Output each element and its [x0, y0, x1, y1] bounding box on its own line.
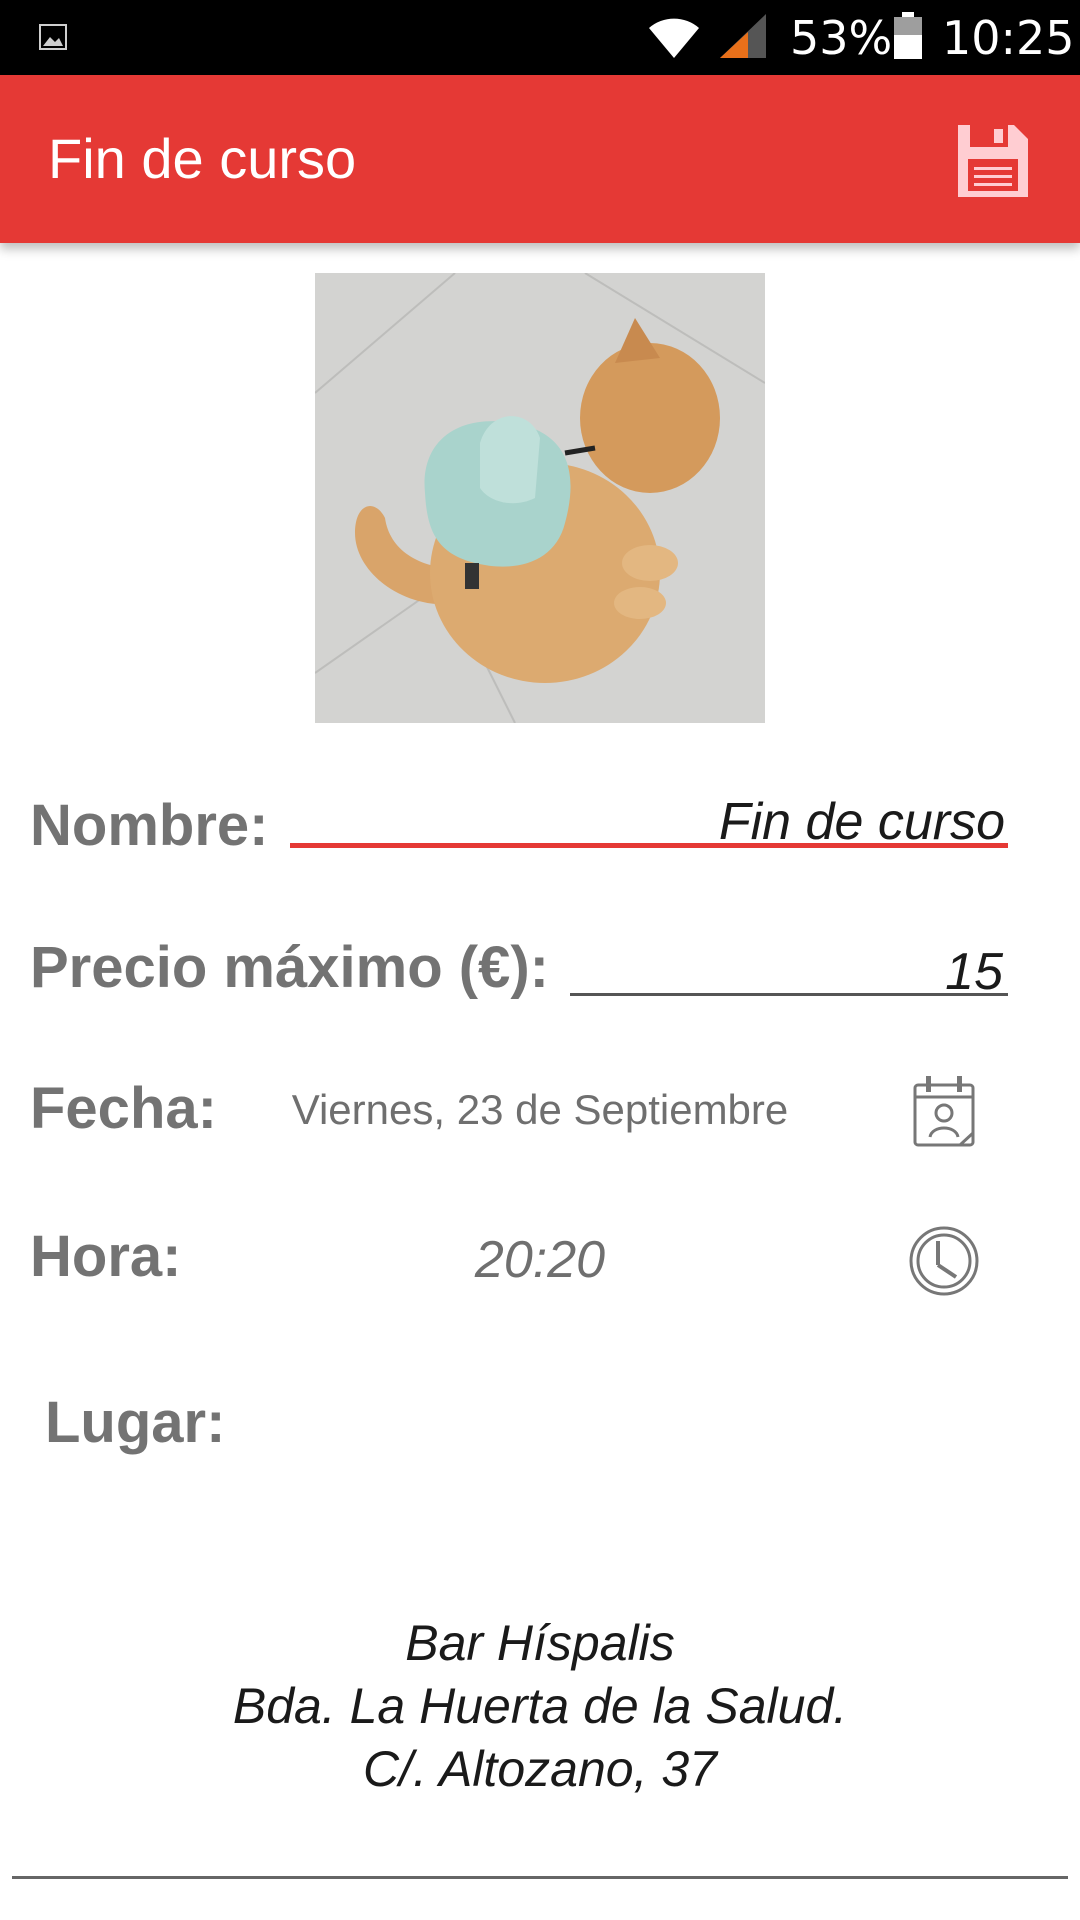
battery-percent: 53% — [790, 11, 893, 65]
status-bar: 53% 10:25 — [0, 0, 1080, 75]
cell-signal-icon — [720, 14, 766, 58]
calendar-icon — [913, 1076, 975, 1147]
clock-icon — [909, 1226, 979, 1296]
page-title: Fin de curso — [48, 127, 357, 190]
save-button[interactable] — [952, 121, 1032, 201]
clock-button[interactable] — [908, 1225, 980, 1297]
app-bar: Fin de curso — [0, 75, 1080, 243]
date-value[interactable]: Viernes, 23 de Septiembre — [240, 1082, 840, 1138]
price-label: Precio máximo (€): — [30, 935, 549, 1000]
status-clock: 10:25 — [942, 11, 1075, 65]
time-label: Hora: — [30, 1224, 182, 1289]
price-input[interactable]: 15 — [570, 942, 1003, 1002]
battery-icon — [894, 12, 922, 59]
wifi-icon — [649, 18, 699, 58]
time-value[interactable]: 20:20 — [340, 1230, 740, 1290]
calendar-button[interactable] — [910, 1073, 980, 1149]
place-label: Lugar: — [45, 1390, 226, 1455]
save-icon — [958, 125, 1028, 197]
date-label: Fecha: — [30, 1076, 217, 1141]
cat-with-backpack-image — [315, 273, 765, 723]
event-photo[interactable] — [315, 273, 765, 723]
gallery-notification-icon — [39, 24, 67, 50]
place-input-underline — [12, 1876, 1068, 1879]
place-value[interactable]: Bar Híspalis Bda. La Huerta de la Salud.… — [140, 1612, 940, 1801]
name-label: Nombre: — [30, 793, 269, 858]
name-input[interactable]: Fin de curso — [290, 792, 1005, 852]
